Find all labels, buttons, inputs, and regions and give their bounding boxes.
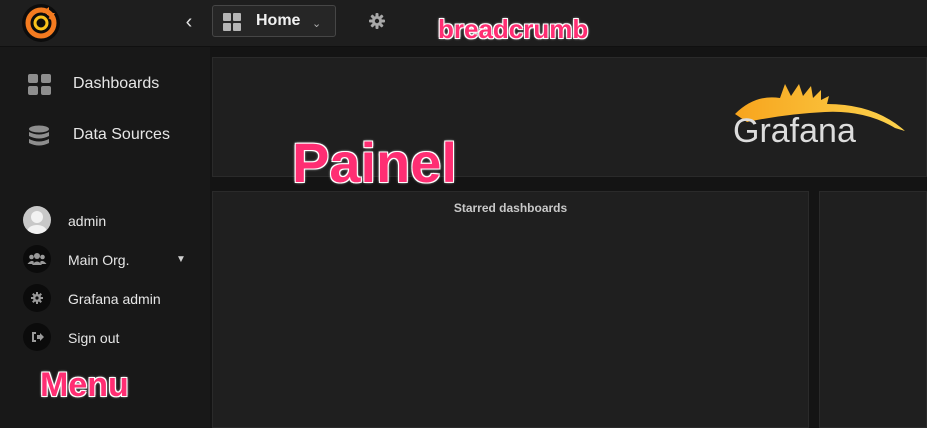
dashboard-title: Home bbox=[256, 12, 301, 29]
annotation-menu: Menu bbox=[40, 366, 129, 404]
sidebar-item-grafana-admin[interactable]: Grafana admin bbox=[0, 280, 210, 316]
sidebar-item-dashboards[interactable]: Dashboards bbox=[0, 62, 210, 106]
annotation-breadcrumb: breadcrumb bbox=[438, 14, 589, 44]
secondary-panel bbox=[819, 191, 927, 428]
caret-down-icon: ⌄ bbox=[312, 18, 322, 30]
caret-down-icon[interactable]: ▼ bbox=[176, 254, 186, 265]
grafana-logo-icon[interactable] bbox=[21, 3, 61, 43]
avatar bbox=[23, 206, 51, 234]
sidebar-item-label: Grafana admin bbox=[68, 291, 161, 307]
sidebar-item-label: Dashboards bbox=[73, 75, 160, 92]
chevron-left-icon[interactable]: ‹ bbox=[178, 11, 200, 33]
grid-icon bbox=[223, 13, 241, 31]
starred-dashboards-panel: Starred dashboards bbox=[212, 191, 809, 428]
sidebar-item-data-sources[interactable]: Data Sources bbox=[0, 113, 210, 157]
gear-icon[interactable] bbox=[368, 12, 386, 30]
sidebar-item-sign-out[interactable]: Sign out bbox=[0, 319, 210, 355]
sidebar-item-admin[interactable]: admin bbox=[0, 202, 210, 238]
dashboards-icon bbox=[28, 74, 51, 95]
sign-out-icon bbox=[23, 323, 51, 351]
gear-icon bbox=[23, 284, 51, 312]
sidebar-item-label: Sign out bbox=[68, 330, 120, 346]
annotation-panel: Painel bbox=[292, 131, 457, 194]
sidebar-item-main-org[interactable]: Main Org. ▼ bbox=[0, 241, 210, 277]
grafana-logo: Grafana bbox=[733, 84, 905, 148]
sidebar-item-label: Data Sources bbox=[73, 126, 170, 143]
sidebar-item-label: admin bbox=[68, 213, 107, 229]
users-icon bbox=[23, 245, 51, 273]
grafana-logo-text: Grafana bbox=[733, 112, 856, 148]
panel-title: Starred dashboards bbox=[453, 201, 568, 215]
sidebar-item-label: Main Org. bbox=[68, 252, 130, 268]
database-icon bbox=[29, 125, 49, 146]
dashboard-picker[interactable]: Home ⌄ bbox=[212, 5, 336, 37]
